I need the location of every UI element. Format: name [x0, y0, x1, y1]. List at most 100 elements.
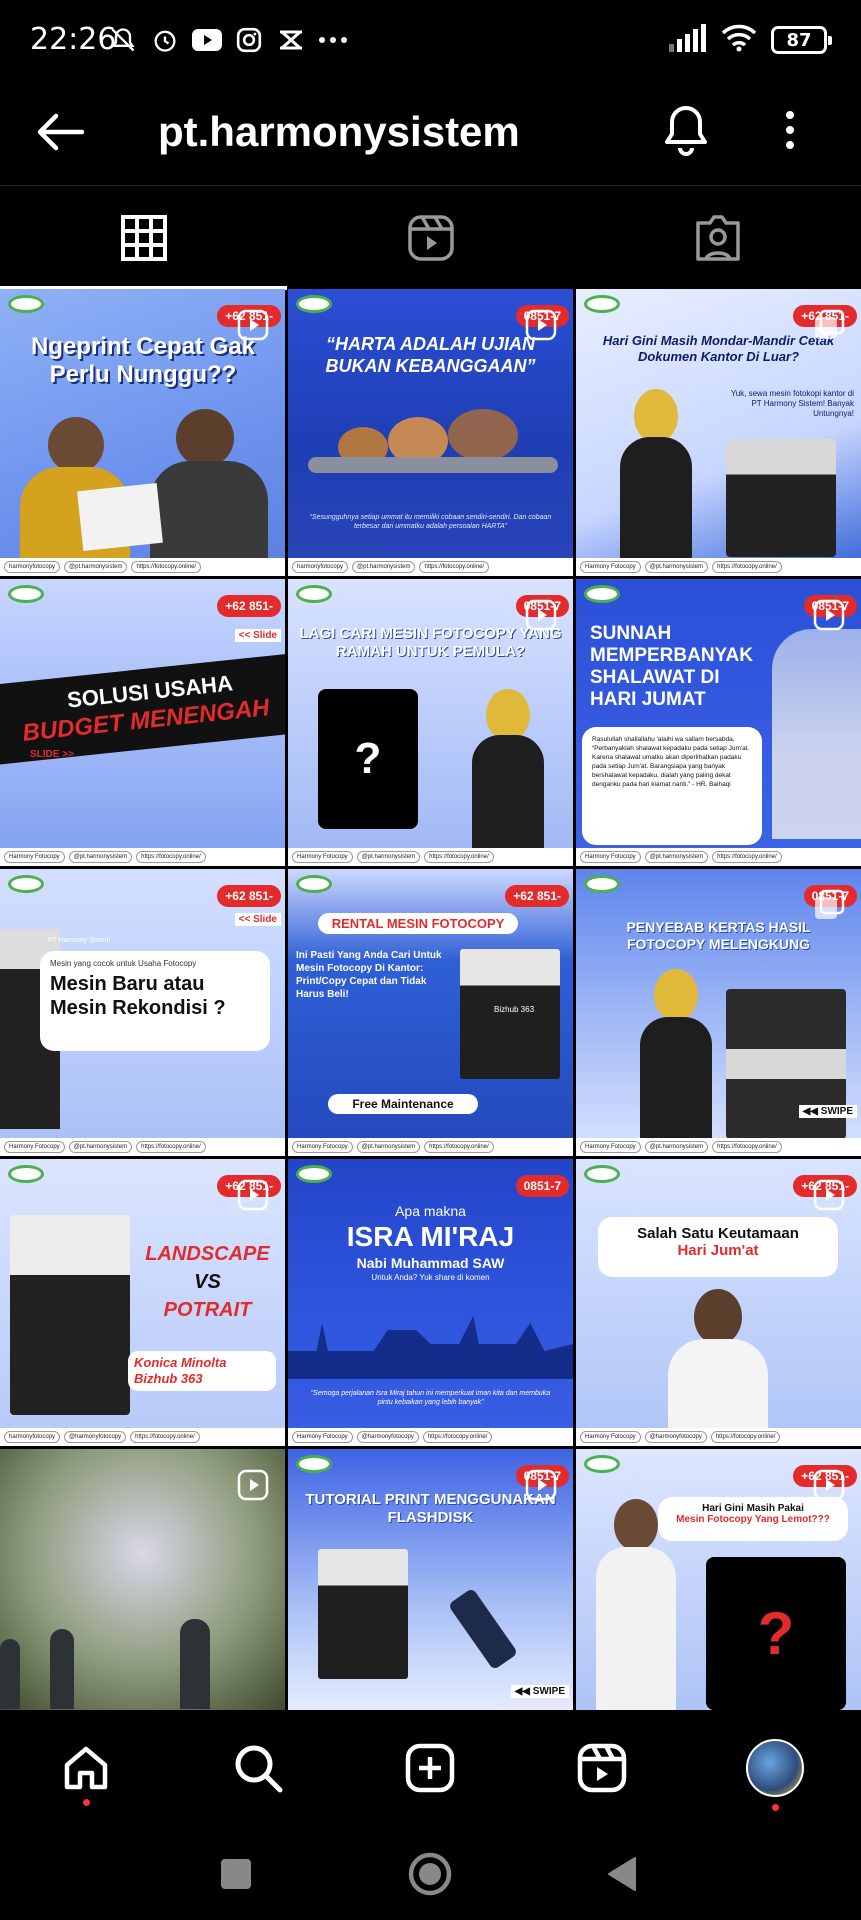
post-headline: TUTORIAL PRINT MENGGUNAKAN FLASHDISK [305, 1491, 556, 1526]
carousel-icon [815, 309, 845, 339]
post-footer: harmonyfotocopy @pt.harmonysistem https://… [0, 558, 285, 576]
post-tile[interactable]: 0851-7 LAGI CARI MESIN FOTOCOPY YANG RAM… [288, 579, 573, 866]
post-headline: LAGI CARI MESIN FOTOCOPY YANG RAMAH UNTU… [299, 625, 562, 660]
brand-label: PT Harmony Sistem [48, 937, 111, 944]
coins-photo [308, 397, 558, 477]
profile-notification-dot [772, 1804, 779, 1811]
recent-apps-button[interactable] [206, 1844, 266, 1904]
company-logo [296, 1165, 332, 1183]
reels-icon [407, 215, 454, 261]
company-logo [8, 295, 44, 313]
free-maintenance-badge: Free Maintenance [328, 1094, 478, 1114]
post-pretitle: Apa makna [395, 1203, 466, 1219]
post-tile[interactable] [0, 1449, 285, 1710]
post-tile[interactable]: +62 851- RENTAL MESIN FOTOCOPY Ini Pasti… [288, 869, 573, 1156]
company-logo [8, 585, 44, 603]
wifi-icon [721, 24, 757, 57]
whatsapp-badge: +62 851- [505, 885, 569, 907]
kebab-menu-icon [786, 111, 794, 149]
post-footer: Harmony Fotocopy @pt.harmonysistem https:/… [576, 558, 861, 576]
app-icon [276, 25, 306, 55]
post-tile[interactable]: +62 851- Salah Satu Keutamaan Hari Jum'a… [576, 1159, 861, 1446]
reels-icon [577, 1743, 627, 1793]
home-icon [64, 1746, 108, 1790]
tab-tagged[interactable] [574, 186, 861, 290]
post-headline: ISRA MI'RAJ [346, 1221, 515, 1252]
battery-icon: 87 [771, 26, 832, 54]
post-tile[interactable]: 0851-7 Apa makna ISRA MI'RAJ Nabi Muhamm… [288, 1159, 573, 1446]
post-tile[interactable]: +62 851- Hari Gini Masih Mondar-Mandir C… [576, 289, 861, 576]
reel-indicator-icon [813, 1469, 845, 1501]
post-subtitle-2: Untuk Anda? Yuk share di komen [371, 1273, 490, 1282]
system-navigation-bar [0, 1820, 861, 1920]
post-footer: harmonyfotocopy @pt.harmonysistem https://… [288, 558, 573, 576]
slide-tag: << Slide [234, 629, 281, 642]
post-headline-line1: LANDSCAPE [145, 1243, 270, 1265]
profile-header: pt.harmonysistem [0, 80, 861, 185]
nav-search-button[interactable] [228, 1738, 288, 1798]
reel-indicator-icon [525, 1469, 557, 1501]
whatsapp-badge: 0851-7 [515, 1175, 569, 1197]
post-headline: SUNNAH MEMPERBANYAK SHALAWAT DI HARI JUM… [590, 623, 753, 710]
post-footer: Harmony Fotocopy @pt.harmonysistem https:/… [0, 848, 285, 866]
praying-man-photo [772, 629, 861, 839]
post-tile[interactable]: +62 851- Ngeprint Cepat Gak Perlu Nunggu… [0, 289, 285, 576]
back-button[interactable] [30, 102, 90, 162]
swipe-hint: ◀◀ SWIPE [798, 1105, 857, 1118]
copier-photo [318, 1549, 408, 1679]
nav-reels-button[interactable] [572, 1738, 632, 1798]
signal-icon [669, 23, 707, 57]
post-tile[interactable]: 0851-7 PENYEBAB KERTAS HASIL FOTOCOPY ME… [576, 869, 861, 1156]
reel-indicator-icon [525, 599, 557, 631]
tagged-icon [695, 215, 740, 261]
system-status-icons: 87 [669, 23, 832, 57]
swipe-hint: ◀◀ SWIPE [510, 1685, 569, 1698]
post-tile[interactable]: +62 851- Hari Gini Masih Pakai Mesin Fot… [576, 1449, 861, 1710]
post-tile[interactable]: 0851-7 SUNNAH MEMPERBANYAK SHALAWAT DI H… [576, 579, 861, 866]
question-card: Mesin yang cocok untuk Usaha Fotocopy Me… [40, 951, 270, 1051]
profile-username: pt.harmonysistem [158, 108, 520, 155]
nav-home-button[interactable] [56, 1738, 116, 1798]
tab-posts[interactable] [0, 186, 287, 290]
triangle-back-icon [608, 1857, 636, 1891]
company-logo [584, 1455, 620, 1473]
post-footer: Harmony Fotocopy @pt.harmonysistem https:/… [0, 1138, 285, 1156]
post-headline-line3: POTRAIT [163, 1299, 252, 1321]
post-tile[interactable]: +62 851- << Slide SOLUSI USAHA BUDGET ME… [0, 579, 285, 866]
company-logo [584, 295, 620, 313]
post-headline: PENYEBAB KERTAS HASIL FOTOCOPY MELENGKUN… [626, 919, 811, 952]
status-bar: 22:26 87 [0, 0, 861, 80]
company-logo [584, 1165, 620, 1183]
instagram-icon [234, 25, 264, 55]
notifications-button[interactable] [656, 98, 716, 162]
post-tile[interactable]: 0851-7 “HARTA ADALAH UJIAN BUKAN KEBANGG… [288, 289, 573, 576]
post-tile[interactable]: +62 851- << Slide Mesin yang cocok untuk… [0, 869, 285, 1156]
title-card: Salah Satu Keutamaan Hari Jum'at [598, 1217, 838, 1277]
flashdisk-photo [447, 1587, 519, 1671]
rental-body: Ini Pasti Yang Anda Cari Untuk Mesin Fot… [296, 950, 442, 1000]
nav-profile-button[interactable] [745, 1738, 805, 1798]
post-tile[interactable]: 0851-7 TUTORIAL PRINT MENGGUNAKAN FLASHD… [288, 1449, 573, 1710]
bell-icon [665, 106, 707, 156]
rental-title: RENTAL MESIN FOTOCOPY [318, 913, 518, 934]
more-options-button[interactable] [770, 98, 810, 162]
square-icon [221, 1859, 251, 1889]
post-headline: Hari Gini Masih Mondar-Mandir Cetak Doku… [602, 333, 835, 364]
posts-grid: +62 851- Ngeprint Cepat Gak Perlu Nunggu… [0, 289, 861, 1710]
create-icon [405, 1743, 455, 1793]
post-footer: Harmony Fotocopy @pt.harmonysistem https:/… [288, 1138, 573, 1156]
nav-create-button[interactable] [400, 1738, 460, 1798]
post-tile[interactable]: +62 851- LANDSCAPE VS POTRAIT Konica Min… [0, 1159, 285, 1446]
home-system-button[interactable] [400, 1844, 460, 1904]
man-photo [596, 1499, 676, 1710]
reel-indicator-icon [525, 309, 557, 341]
youtube-icon [192, 25, 222, 55]
search-icon [235, 1745, 283, 1793]
tab-reels[interactable] [287, 186, 574, 290]
company-logo [8, 875, 44, 893]
back-system-button[interactable] [592, 1844, 652, 1904]
mystery-copier: ? [318, 689, 418, 829]
copier-photo [726, 439, 836, 557]
alarm-icon [150, 25, 180, 55]
post-headline-line2: VS [194, 1271, 221, 1293]
